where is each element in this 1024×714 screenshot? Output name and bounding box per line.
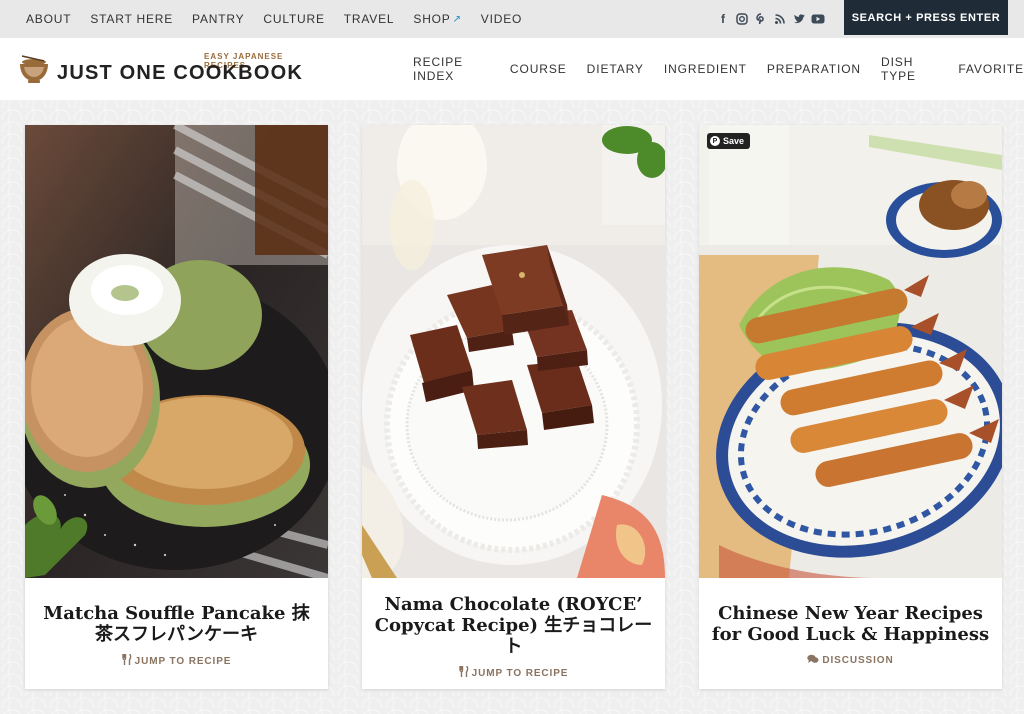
social-links: f <box>716 0 825 38</box>
top-nav-culture[interactable]: CULTURE <box>263 12 324 26</box>
top-nav-video[interactable]: VIDEO <box>481 12 522 26</box>
utensils-icon <box>121 653 132 668</box>
recipe-title[interactable]: Nama Chocolate (ROYCE’ Copycat Recipe) 生… <box>362 578 665 657</box>
comments-icon <box>807 654 819 667</box>
main-nav-dietary[interactable]: DIETARY <box>587 62 644 76</box>
main-nav: RECIPE INDEX COURSE DIETARY INGREDIENT P… <box>413 38 1024 100</box>
top-nav: ABOUT START HERE PANTRY CULTURE TRAVEL S… <box>26 0 541 38</box>
top-nav-travel[interactable]: TRAVEL <box>344 12 395 26</box>
discussion-link[interactable]: DISCUSSION <box>699 654 1002 667</box>
recipe-title[interactable]: Matcha Souffle Pancake 抹茶スフレパンケーキ <box>25 578 328 645</box>
youtube-icon[interactable] <box>811 12 825 26</box>
top-nav-shop[interactable]: SHOP ↗ <box>413 12 461 26</box>
recipe-image-matcha-pancake[interactable] <box>25 125 328 578</box>
recipe-card-body: Chinese New Year Recipes for Good Luck &… <box>699 578 1002 689</box>
site-logo[interactable]: EASY JAPANESE RECIPES JUST ONE COOKBOOK <box>18 50 318 90</box>
recipe-card[interactable]: P Save Chinese New Year Recipes for Good… <box>699 125 1002 689</box>
external-link-icon: ↗ <box>452 13 462 25</box>
recipe-image-chinese-new-year[interactable]: P Save <box>699 125 1002 578</box>
jump-to-recipe-link[interactable]: JUMP TO RECIPE <box>362 665 665 680</box>
top-nav-start-here[interactable]: START HERE <box>90 12 173 26</box>
rss-icon[interactable] <box>773 12 787 26</box>
main-nav-preparation[interactable]: PREPARATION <box>767 62 861 76</box>
logo-text: JUST ONE COOKBOOK <box>57 62 303 84</box>
jump-to-recipe-label: JUMP TO RECIPE <box>471 667 569 679</box>
top-bar: ABOUT START HERE PANTRY CULTURE TRAVEL S… <box>0 0 1024 38</box>
twitter-icon[interactable] <box>792 12 806 26</box>
top-nav-shop-label: SHOP <box>413 12 451 26</box>
facebook-icon[interactable]: f <box>716 12 730 26</box>
main-nav-favorite[interactable]: FAVORITE <box>958 62 1024 76</box>
main-nav-recipe-index[interactable]: RECIPE INDEX <box>413 55 490 83</box>
recipe-card-body: Matcha Souffle Pancake 抹茶スフレパンケーキ JUMP T… <box>25 578 328 689</box>
discussion-label: DISCUSSION <box>822 655 894 666</box>
recipe-image-nama-chocolate[interactable] <box>362 125 665 578</box>
bowl-logo-icon <box>20 55 48 83</box>
recipe-card-body: Nama Chocolate (ROYCE’ Copycat Recipe) 生… <box>362 578 665 689</box>
top-nav-about[interactable]: ABOUT <box>26 12 71 26</box>
pinterest-icon: P <box>710 136 720 146</box>
pinterest-save-button[interactable]: P Save <box>707 133 751 149</box>
search-button[interactable]: SEARCH + PRESS ENTER <box>844 0 1008 35</box>
main-nav-dish-type[interactable]: DISH TYPE <box>881 55 938 83</box>
main-nav-course[interactable]: COURSE <box>510 62 567 76</box>
recipe-title[interactable]: Chinese New Year Recipes for Good Luck &… <box>699 578 1002 645</box>
jump-to-recipe-label: JUMP TO RECIPE <box>134 655 232 667</box>
pinterest-icon[interactable] <box>754 12 768 26</box>
save-label: Save <box>723 136 745 146</box>
utensils-icon <box>458 665 469 680</box>
instagram-icon[interactable] <box>735 12 749 26</box>
recipe-card[interactable]: Nama Chocolate (ROYCE’ Copycat Recipe) 生… <box>362 125 665 689</box>
recipe-card[interactable]: Matcha Souffle Pancake 抹茶スフレパンケーキ JUMP T… <box>25 125 328 689</box>
site-header: EASY JAPANESE RECIPES JUST ONE COOKBOOK … <box>0 38 1024 100</box>
top-nav-pantry[interactable]: PANTRY <box>192 12 244 26</box>
jump-to-recipe-link[interactable]: JUMP TO RECIPE <box>25 653 328 668</box>
main-nav-ingredient[interactable]: INGREDIENT <box>664 62 747 76</box>
